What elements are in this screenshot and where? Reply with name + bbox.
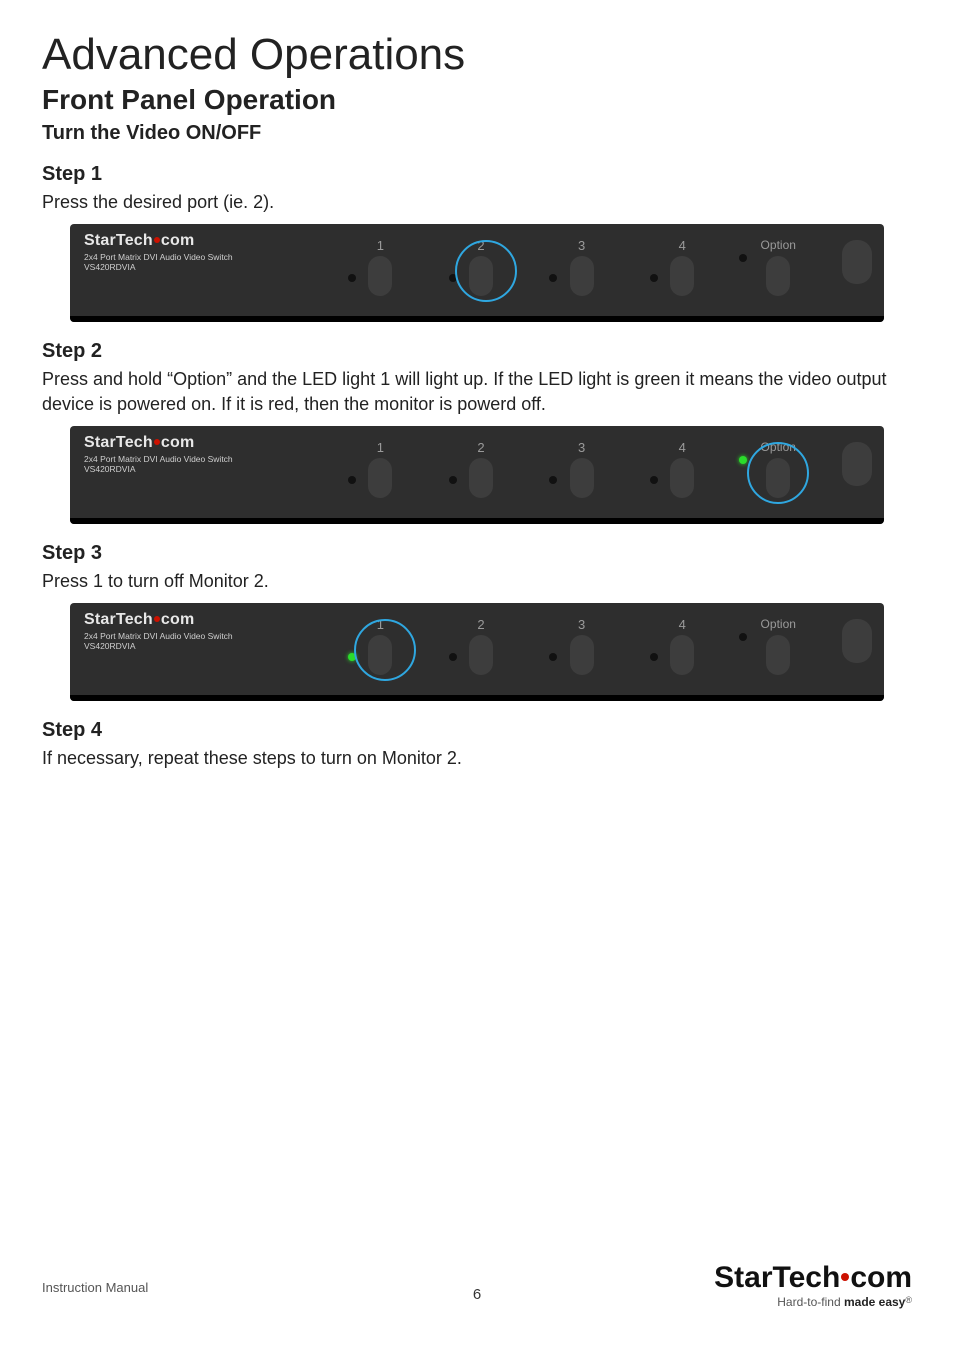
device-front-panel-diagram: StarTechcom 2x4 Port Matrix DVI Audio Vi… [70, 224, 884, 322]
port-led-1 [348, 476, 356, 484]
page-footer: Instruction Manual 6 StarTechcom Hard-to… [42, 1235, 912, 1315]
port-pad-4 [670, 256, 694, 296]
port-button-1: 1 [330, 224, 431, 316]
port-button-2: 2 [431, 224, 532, 316]
port-pad-2 [469, 635, 493, 675]
panel-brand-block: StarTechcom 2x4 Port Matrix DVI Audio Vi… [84, 232, 233, 272]
product-model: VS420RDVIA [84, 641, 233, 651]
aux-pad [842, 442, 872, 486]
port-button-1: 1 [330, 603, 431, 695]
port-button-2: 2 [431, 426, 532, 518]
step-heading: Step 1 [42, 163, 912, 186]
option-pad [766, 256, 790, 296]
footer-logo: StarTechcom [714, 1261, 912, 1295]
port-led-3 [549, 653, 557, 661]
step-text: If necessary, repeat these steps to turn… [42, 746, 912, 770]
port-pad-1 [368, 635, 392, 675]
port-pad-4 [670, 458, 694, 498]
option-led [739, 456, 747, 464]
step-heading: Step 3 [42, 542, 912, 565]
product-description: 2x4 Port Matrix DVI Audio Video Switch [84, 631, 233, 641]
page-title: Advanced Operations [42, 30, 912, 80]
footer-page-number: 6 [473, 1286, 481, 1303]
port-button-3: 3 [531, 224, 632, 316]
aux-pad [842, 619, 872, 663]
step-text: Press the desired port (ie. 2). [42, 190, 912, 214]
product-description: 2x4 Port Matrix DVI Audio Video Switch [84, 252, 233, 262]
subsection-heading: Turn the Video ON/OFF [42, 122, 912, 145]
option-led [739, 254, 747, 262]
port-led-4 [650, 274, 658, 282]
step-heading: Step 4 [42, 719, 912, 742]
product-description: 2x4 Port Matrix DVI Audio Video Switch [84, 454, 233, 464]
port-led-2 [449, 653, 457, 661]
footer-logo-block: StarTechcom Hard-to-find made easy® [714, 1261, 912, 1309]
step-text: Press 1 to turn off Monitor 2. [42, 569, 912, 593]
port-led-1 [348, 653, 356, 661]
port-pad-1 [368, 458, 392, 498]
port-button-3: 3 [531, 426, 632, 518]
footer-tagline: Hard-to-find made easy® [714, 1295, 912, 1309]
brand-logo: StarTechcom [84, 434, 233, 452]
panel-brand-block: StarTechcom 2x4 Port Matrix DVI Audio Vi… [84, 611, 233, 651]
option-pad [766, 458, 790, 498]
footer-instruction-manual: Instruction Manual [42, 1280, 148, 1295]
port-led-1 [348, 274, 356, 282]
port-button-4: 4 [632, 224, 733, 316]
port-pad-2 [469, 256, 493, 296]
port-pad-4 [670, 635, 694, 675]
panel-brand-block: StarTechcom 2x4 Port Matrix DVI Audio Vi… [84, 434, 233, 474]
port-button-1: 1 [330, 426, 431, 518]
step-text: Press and hold “Option” and the LED ligh… [42, 367, 912, 416]
port-button-3: 3 [531, 603, 632, 695]
port-button-4: 4 [632, 603, 733, 695]
port-led-2 [449, 476, 457, 484]
port-button-4: 4 [632, 426, 733, 518]
port-led-4 [650, 653, 658, 661]
port-led-3 [549, 476, 557, 484]
port-led-2 [449, 274, 457, 282]
option-pad [766, 635, 790, 675]
option-button: Option [733, 603, 824, 695]
step-heading: Step 2 [42, 340, 912, 363]
section-heading: Front Panel Operation [42, 84, 912, 116]
brand-logo: StarTechcom [84, 611, 233, 629]
port-led-4 [650, 476, 658, 484]
port-pad-3 [570, 635, 594, 675]
port-pad-2 [469, 458, 493, 498]
product-model: VS420RDVIA [84, 464, 233, 474]
port-pad-3 [570, 458, 594, 498]
port-led-3 [549, 274, 557, 282]
option-button: Option [733, 426, 824, 518]
aux-pad [842, 240, 872, 284]
device-front-panel-diagram: StarTechcom 2x4 Port Matrix DVI Audio Vi… [70, 426, 884, 524]
product-model: VS420RDVIA [84, 262, 233, 272]
brand-logo: StarTechcom [84, 232, 233, 250]
port-pad-3 [570, 256, 594, 296]
device-front-panel-diagram: StarTechcom 2x4 Port Matrix DVI Audio Vi… [70, 603, 884, 701]
option-led [739, 633, 747, 641]
port-pad-1 [368, 256, 392, 296]
option-button: Option [733, 224, 824, 316]
port-button-2: 2 [431, 603, 532, 695]
